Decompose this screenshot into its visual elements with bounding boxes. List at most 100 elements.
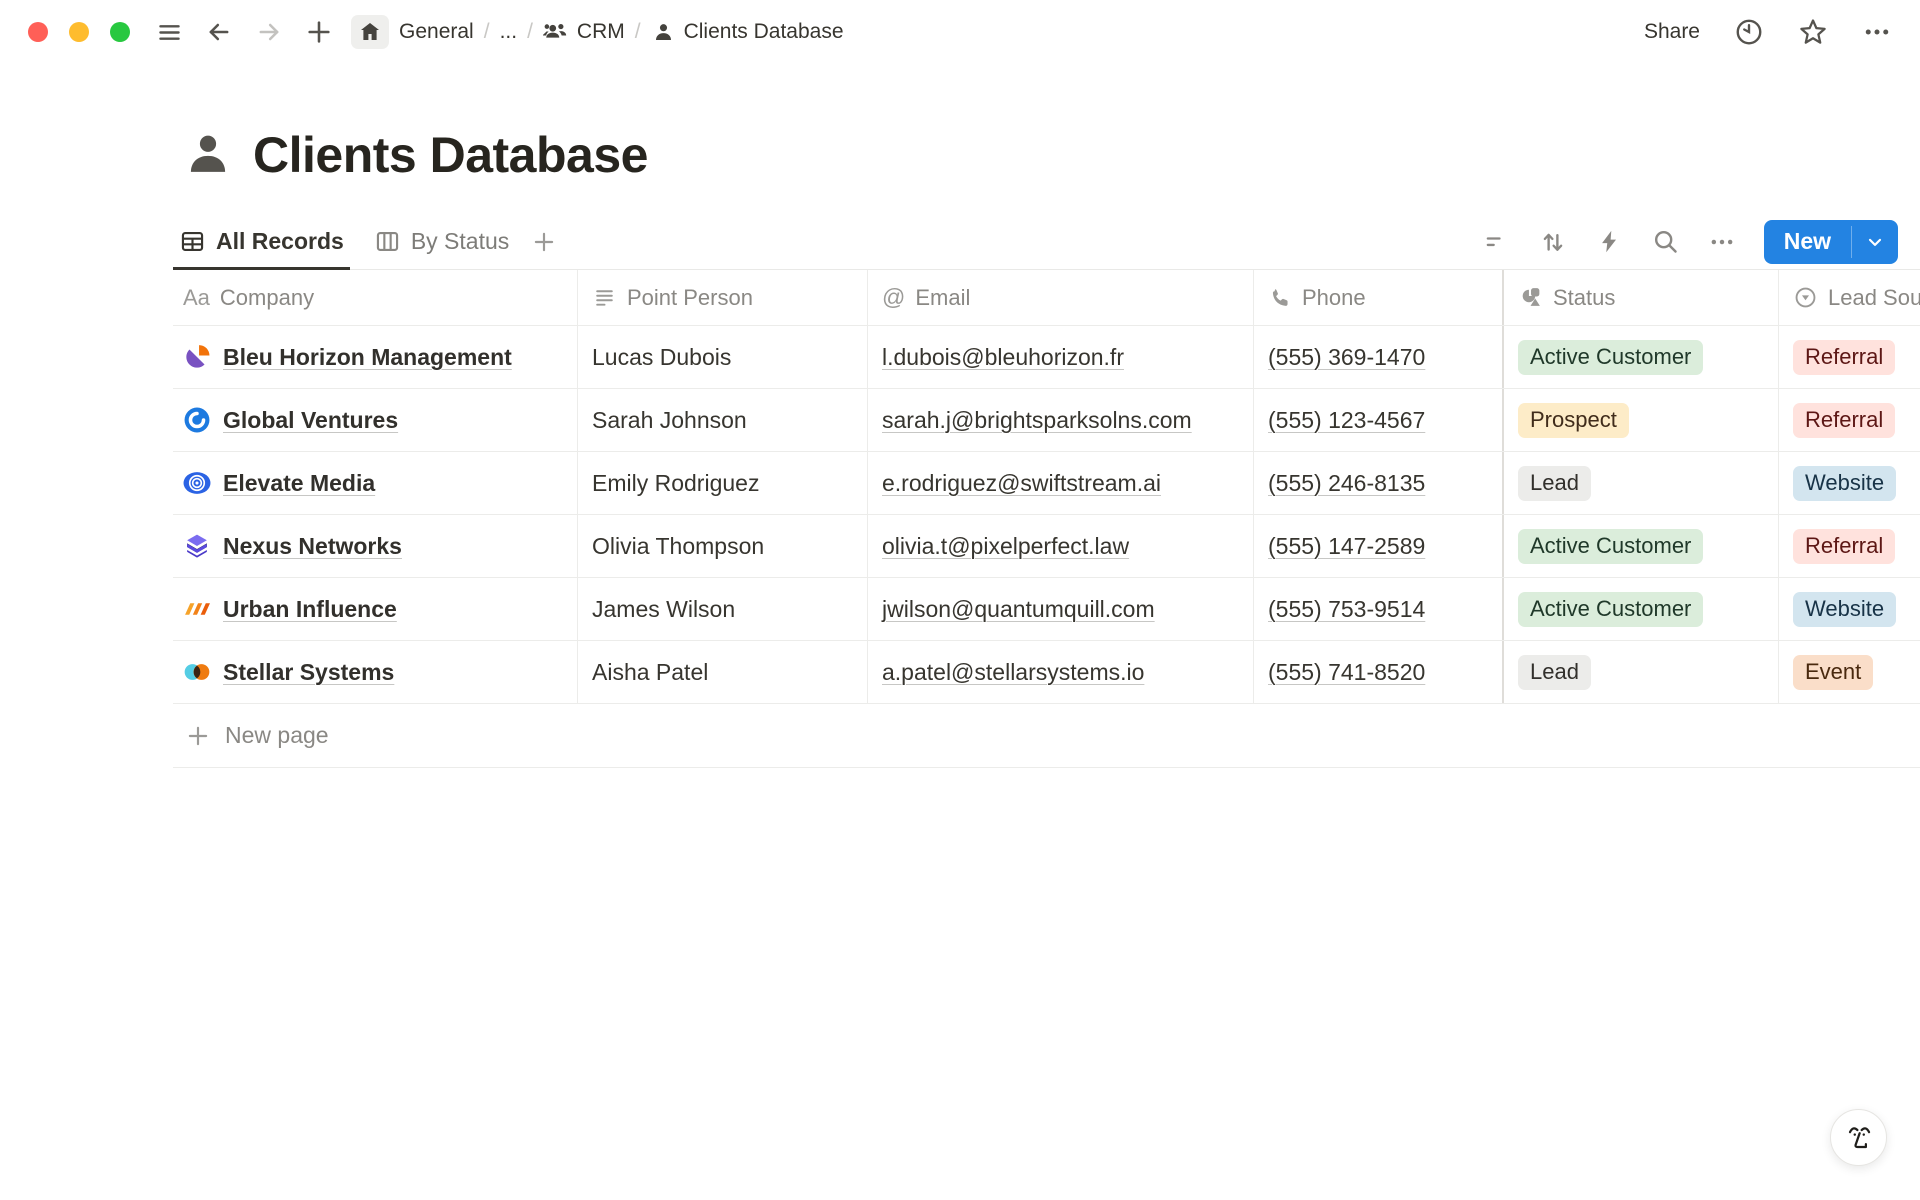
- automations-lightning-icon[interactable]: [1596, 228, 1623, 255]
- status-cell[interactable]: Active Customer: [1504, 578, 1779, 640]
- column-header-status[interactable]: Status: [1504, 270, 1779, 325]
- window-controls: [28, 22, 130, 42]
- tab-by-status[interactable]: By Status: [368, 214, 515, 269]
- page-icon-person[interactable]: [181, 128, 235, 182]
- company-cell[interactable]: Elevate Media: [173, 452, 578, 514]
- status-cell[interactable]: Lead: [1504, 452, 1779, 514]
- email-cell[interactable]: olivia.t@pixelperfect.law: [868, 515, 1254, 577]
- breadcrumb-label: General: [399, 20, 474, 44]
- point-person-cell[interactable]: Sarah Johnson: [578, 389, 868, 451]
- lead-source-badge: Referral: [1793, 529, 1895, 564]
- point-person-cell[interactable]: Emily Rodriguez: [578, 452, 868, 514]
- lead-source-cell[interactable]: Event: [1779, 641, 1920, 703]
- filter-icon[interactable]: [1482, 228, 1510, 256]
- favorite-star-icon[interactable]: [1798, 17, 1828, 47]
- chevron-down-icon[interactable]: [1852, 220, 1898, 264]
- email-property-icon: @: [882, 284, 905, 311]
- view-more-icon[interactable]: [1708, 228, 1736, 256]
- column-header-company[interactable]: Aa Company: [173, 270, 578, 325]
- status-property-icon: [1518, 285, 1543, 310]
- breadcrumb-separator: /: [635, 20, 641, 44]
- lead-source-cell[interactable]: Referral: [1779, 326, 1920, 388]
- close-window-button[interactable]: [28, 22, 48, 42]
- email-cell[interactable]: l.dubois@bleuhorizon.fr: [868, 326, 1254, 388]
- search-icon[interactable]: [1651, 227, 1680, 256]
- status-cell[interactable]: Active Customer: [1504, 515, 1779, 577]
- plus-icon: [185, 723, 211, 749]
- new-tab-icon[interactable]: [305, 18, 333, 46]
- lead-source-cell[interactable]: Referral: [1779, 389, 1920, 451]
- breadcrumb-item-crm[interactable]: CRM: [543, 19, 625, 45]
- column-header-lead-source[interactable]: Lead Source: [1779, 270, 1920, 325]
- email-cell[interactable]: sarah.j@brightsparksolns.com: [868, 389, 1254, 451]
- new-record-button[interactable]: New: [1764, 220, 1898, 264]
- title-property-icon: Aa: [183, 285, 210, 311]
- status-cell[interactable]: Lead: [1504, 641, 1779, 703]
- lead-source-cell[interactable]: Website: [1779, 578, 1920, 640]
- company-cell[interactable]: Bleu Horizon Management: [173, 326, 578, 388]
- company-title-link[interactable]: Stellar Systems: [223, 659, 394, 686]
- point-person-cell[interactable]: Olivia Thompson: [578, 515, 868, 577]
- email-cell[interactable]: e.rodriguez@swiftstream.ai: [868, 452, 1254, 514]
- company-cell[interactable]: Nexus Networks: [173, 515, 578, 577]
- point-person-cell[interactable]: Aisha Patel: [578, 641, 868, 703]
- sort-icon[interactable]: [1538, 227, 1568, 257]
- table-header-row: Aa Company Point Person @ Email Phone: [173, 270, 1920, 326]
- back-icon[interactable]: [205, 18, 233, 46]
- forward-icon[interactable]: [255, 18, 283, 46]
- company-title-link[interactable]: Global Ventures: [223, 407, 398, 434]
- phone-cell[interactable]: (555) 741-8520: [1254, 641, 1504, 703]
- status-badge: Active Customer: [1518, 592, 1703, 627]
- email-cell[interactable]: a.patel@stellarsystems.io: [868, 641, 1254, 703]
- status-cell[interactable]: Active Customer: [1504, 326, 1779, 388]
- column-label: Point Person: [627, 285, 753, 311]
- notion-ai-button[interactable]: [1830, 1109, 1887, 1166]
- company-cell[interactable]: Stellar Systems: [173, 641, 578, 703]
- company-cell[interactable]: Global Ventures: [173, 389, 578, 451]
- company-title-link[interactable]: Urban Influence: [223, 596, 397, 623]
- column-label: Phone: [1302, 285, 1366, 311]
- tab-label: All Records: [216, 228, 344, 255]
- add-view-icon[interactable]: [531, 229, 557, 255]
- breadcrumb-item-clients-database[interactable]: Clients Database: [651, 20, 844, 45]
- column-header-phone[interactable]: Phone: [1254, 270, 1504, 325]
- status-badge: Prospect: [1518, 403, 1629, 438]
- phone-cell[interactable]: (555) 246-8135: [1254, 452, 1504, 514]
- updates-clock-icon[interactable]: [1734, 17, 1764, 47]
- phone-cell[interactable]: (555) 147-2589: [1254, 515, 1504, 577]
- tab-all-records[interactable]: All Records: [173, 214, 350, 269]
- table-view-icon: [179, 228, 206, 255]
- company-cell[interactable]: Urban Influence: [173, 578, 578, 640]
- new-record-label: New: [1764, 220, 1851, 264]
- sidebar-toggle-icon[interactable]: [156, 19, 183, 46]
- phone-cell[interactable]: (555) 123-4567: [1254, 389, 1504, 451]
- lead-source-badge: Referral: [1793, 403, 1895, 438]
- page-title: Clients Database: [253, 126, 648, 184]
- more-options-icon[interactable]: [1862, 17, 1892, 47]
- point-person-cell[interactable]: James Wilson: [578, 578, 868, 640]
- breadcrumb-item-general[interactable]: General: [399, 20, 474, 44]
- email-cell[interactable]: jwilson@quantumquill.com: [868, 578, 1254, 640]
- share-button[interactable]: Share: [1644, 20, 1700, 44]
- column-header-email[interactable]: @ Email: [868, 270, 1254, 325]
- zoom-window-button[interactable]: [110, 22, 130, 42]
- lead-source-cell[interactable]: Referral: [1779, 515, 1920, 577]
- column-header-point-person[interactable]: Point Person: [578, 270, 868, 325]
- breadcrumb-separator: /: [527, 20, 533, 44]
- lead-source-cell[interactable]: Website: [1779, 452, 1920, 514]
- people-icon: [543, 19, 569, 45]
- new-page-row[interactable]: New page: [173, 704, 1920, 768]
- home-icon[interactable]: [351, 15, 389, 49]
- breadcrumb-item-ellipsis[interactable]: ...: [500, 20, 518, 44]
- point-person-cell[interactable]: Lucas Dubois: [578, 326, 868, 388]
- phone-cell[interactable]: (555) 369-1470: [1254, 326, 1504, 388]
- lead-source-badge: Website: [1793, 466, 1896, 501]
- urban-influence-logo: [183, 595, 211, 623]
- column-label: Lead Source: [1828, 285, 1920, 311]
- status-cell[interactable]: Prospect: [1504, 389, 1779, 451]
- company-title-link[interactable]: Elevate Media: [223, 470, 375, 497]
- company-title-link[interactable]: Bleu Horizon Management: [223, 344, 512, 371]
- phone-cell[interactable]: (555) 753-9514: [1254, 578, 1504, 640]
- minimize-window-button[interactable]: [69, 22, 89, 42]
- company-title-link[interactable]: Nexus Networks: [223, 533, 402, 560]
